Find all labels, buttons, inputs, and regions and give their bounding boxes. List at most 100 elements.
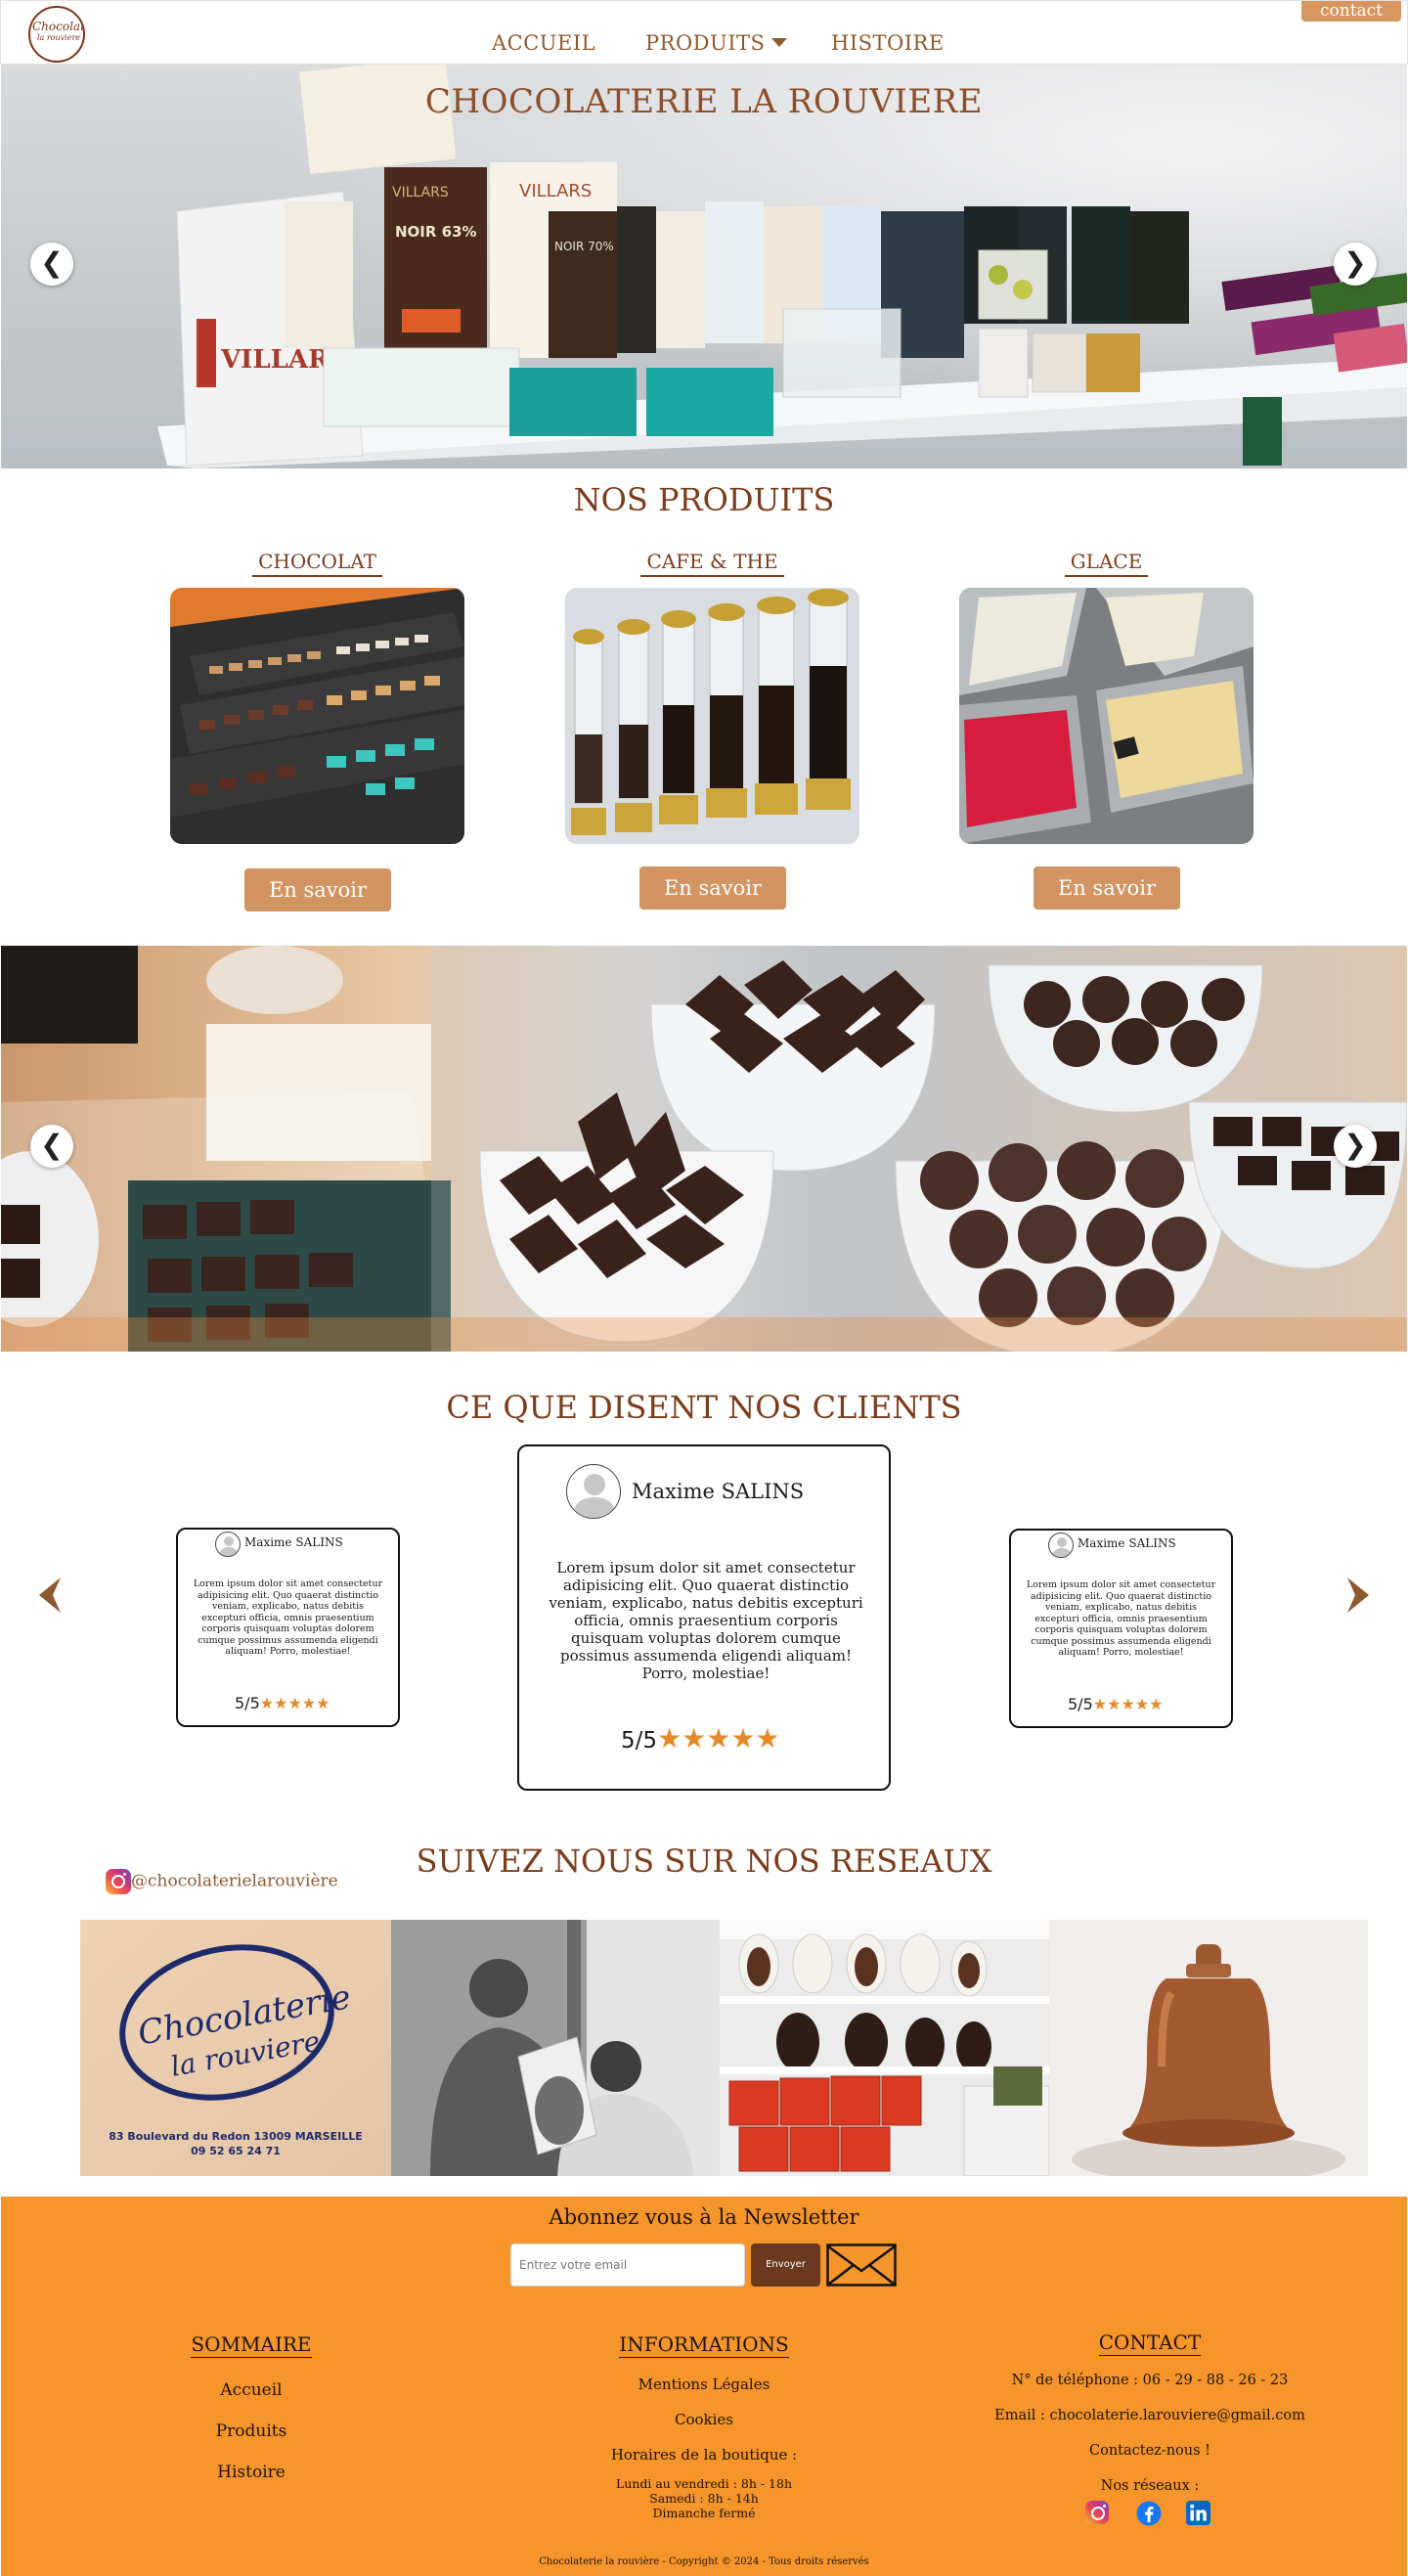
review-name: Maxime SALINS [1078,1536,1176,1550]
logo[interactable]: Chocolaterie la rouviere [28,6,85,63]
product-button-cafe-the[interactable]: En savoir plus [639,866,786,943]
footer-sommaire-title-label: SOMMAIRE [191,2332,312,2358]
instagram-handle-link[interactable]: @chocolaterielarouvière [106,1869,338,1894]
logo-line2: la rouviere [36,33,81,42]
gallery-image-customers[interactable] [391,1920,720,2176]
product-title-glace-label: GLACE [1064,550,1149,577]
footer-hours-weekdays: Lundi au vendredi : 8h - 18h [615,2476,793,2491]
review-text: Lorem ipsum dolor sit amet consectetur a… [193,1578,383,1657]
gallery-phone: 09 52 65 24 71 [191,2145,281,2157]
product-button-chocolat[interactable]: En savoir plus [244,868,391,945]
nav-produits[interactable]: PRODUITS [645,31,788,55]
review-score: 5/5★★★★★ [235,1694,330,1712]
star-rating-icon: ★★★★★ [657,1722,780,1754]
review-card: Maxime SALINS Lorem ipsum dolor sit amet… [1009,1529,1233,1728]
footer-hours-title: Horaires de la boutique : [610,2446,798,2464]
product-image-chocolat[interactable] [170,588,464,844]
svg-text:NOIR 70%: NOIR 70% [554,240,614,253]
product-image-glace[interactable] [959,588,1254,844]
footer-informations-title: INFORMATIONS [557,2332,851,2358]
copyright: Chocolaterie la rouvière - Copyright © 2… [539,2556,869,2567]
review-score-value: 5/5 [621,1728,658,1754]
svg-text:VILLARS: VILLARS [392,185,449,200]
nav-accueil[interactable]: ACCUEIL [492,31,595,55]
hero-next-button[interactable]: ❯ [1334,243,1377,286]
chocolate-next-button[interactable]: ❯ [1334,1125,1377,1168]
gallery-image-boutique[interactable] [720,1920,1049,2176]
nav-histoire[interactable]: HISTOIRE [831,31,945,55]
reviews-prev-arrow-icon[interactable] [39,1577,63,1613]
review-text: Lorem ipsum dolor sit amet consectetur a… [1026,1579,1216,1658]
product-title-cafe-the-label: CAFE & THE [640,550,784,577]
hero-prev-button[interactable]: ❮ [30,243,73,286]
footer-sommaire-title: SOMMAIRE [154,2332,349,2358]
review-name: Maxime SALINS [632,1480,805,1503]
newsletter-email-input[interactable]: Entrez votre email [510,2243,745,2287]
review-score-value: 5/5 [235,1694,260,1712]
product-title-cafe-the[interactable]: CAFE & THE [565,550,859,577]
instagram-icon [106,1869,131,1894]
contact-button[interactable]: contact [1301,1,1401,22]
facebook-icon[interactable] [1136,2501,1162,2526]
chocolate-carousel: ❮ ❯ [1,946,1407,1352]
footer-link-histoire[interactable]: Histoire [154,2463,349,2482]
hero-image: VILLARS VILLARS NOIR 63% VILLARS NOIR 70… [157,65,1407,468]
product-title-chocolat[interactable]: CHOCOLAT [170,550,464,577]
products-title: NOS PRODUITS [573,481,835,518]
footer-link-cookies[interactable]: Cookies [557,2411,851,2428]
newsletter-submit-button[interactable]: Envoyer [751,2243,820,2287]
review-name: Maxime SALINS [244,1535,343,1549]
logo-line1: Chocolaterie [32,20,85,33]
review-card-featured: Maxime SALINS Lorem ipsum dolor sit amet… [517,1444,891,1791]
instagram-icon[interactable] [1085,2501,1109,2524]
product-image-cafe-the[interactable] [565,588,859,844]
star-rating-icon: ★★★★★ [1092,1695,1164,1713]
footer-hours-sunday: Dimanche fermé [652,2506,756,2520]
instagram-handle: @chocolaterielarouvière [131,1871,338,1891]
site-header: Chocolaterie la rouviere ACCUEIL PRODUIT… [0,0,1408,65]
reviews-title: CE QUE DISENT NOS CLIENTS [446,1389,962,1426]
footer-email-link[interactable]: Email : chocolaterie.larouviere@gmail.co… [954,2408,1345,2423]
footer-contact-title-label: CONTACT [1098,2331,1202,2356]
chocolate-prev-button[interactable]: ❮ [30,1125,73,1168]
mail-icon[interactable] [826,2243,897,2287]
review-score-value: 5/5 [1068,1695,1093,1713]
product-title-chocolat-label: CHOCOLAT [252,550,382,577]
footer-informations-title-label: INFORMATIONS [619,2332,789,2358]
gallery-address: 83 Boulevard du Redon 13009 MARSEILLE [109,2130,363,2143]
chocolate-banner-image [1,946,1407,1352]
avatar [1048,1532,1074,1558]
svg-text:NOIR 63%: NOIR 63% [395,223,477,241]
footer-link-mentions-legales[interactable]: Mentions Légales [557,2376,851,2393]
hero-title: CHOCOLATERIE LA ROUVIERE [424,82,984,121]
avatar [566,1464,621,1519]
hero-carousel: VILLARS VILLARS NOIR 63% VILLARS NOIR 70… [1,65,1407,468]
chevron-right-icon: ❯ [1343,246,1367,279]
footer-link-accueil[interactable]: Accueil [154,2380,349,2400]
star-rating-icon: ★★★★★ [259,1694,330,1712]
footer-hours-saturday: Samedi : 8h - 14h [649,2491,759,2506]
chevron-right-icon: ❯ [1343,1129,1367,1161]
footer-link-produits[interactable]: Produits [154,2421,349,2441]
product-button-glace[interactable]: En savoir plus [1034,866,1180,943]
review-score: 5/5★★★★★ [621,1722,780,1754]
chevron-left-icon: ❮ [40,246,64,279]
footer-networks-label: Nos réseaux : [1100,2478,1200,2494]
footer-contact-cta[interactable]: Contactez-nous ! [954,2443,1345,2459]
chevron-down-icon [771,38,788,47]
newsletter-title: Abonnez vous à la Newsletter [549,2205,859,2229]
reviews-next-arrow-icon[interactable] [1345,1577,1369,1613]
nav-produits-label: PRODUITS [645,31,766,55]
linkedin-icon[interactable] [1186,2501,1210,2525]
footer-phone: N° de téléphone : 06 - 29 - 88 - 26 - 23 [1011,2373,1289,2388]
gallery-image-logo[interactable]: Chocolaterie la rouviere 83 Boulevard du… [80,1920,391,2176]
review-score: 5/5★★★★★ [1068,1695,1163,1713]
footer-contact-title: CONTACT [1003,2331,1297,2356]
avatar [215,1532,241,1557]
review-text: Lorem ipsum dolor sit amet consectetur a… [549,1559,863,1682]
review-card: Maxime SALINS Lorem ipsum dolor sit amet… [176,1528,400,1727]
gallery-image-bell[interactable] [1049,1920,1368,2176]
product-title-glace[interactable]: GLACE [959,550,1254,577]
chevron-left-icon: ❮ [40,1129,64,1161]
svg-text:VILLARS: VILLARS [519,181,592,201]
